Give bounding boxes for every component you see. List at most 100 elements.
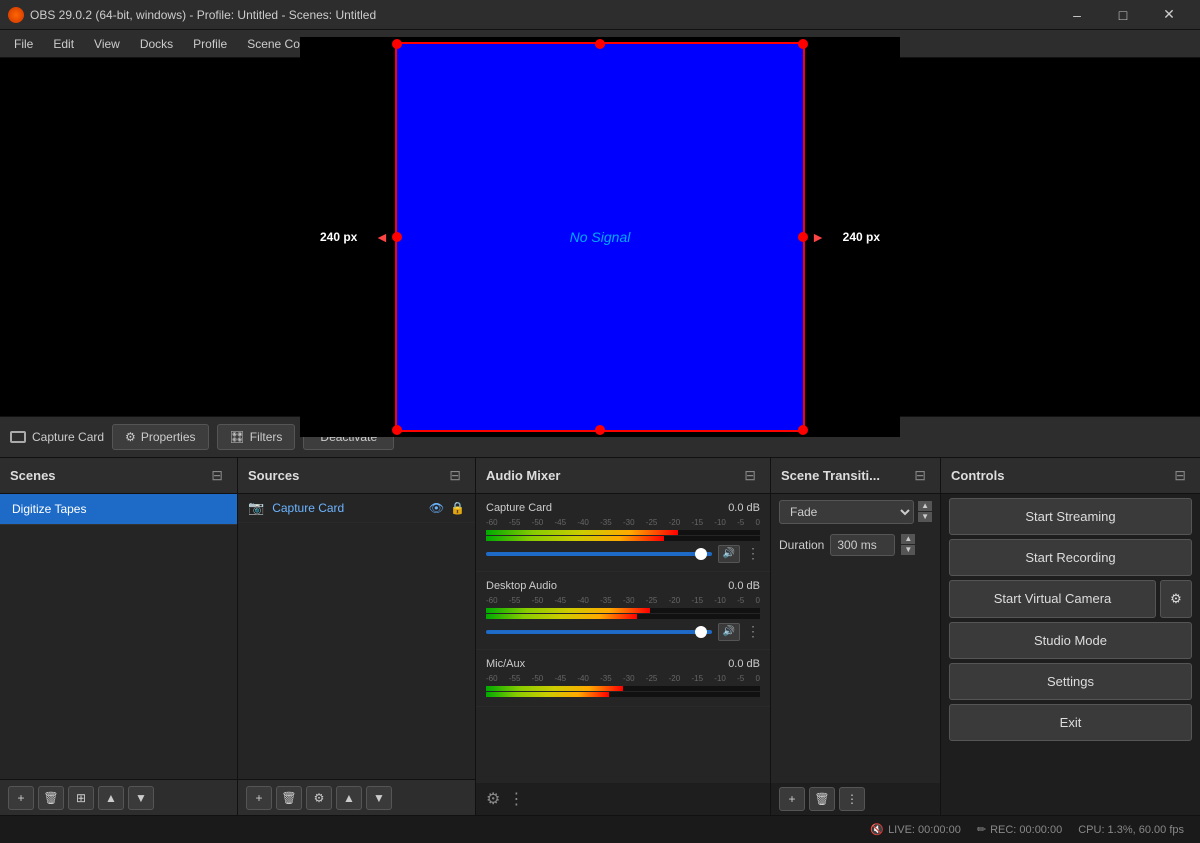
scenes-panel: Scenes ⊟ Digitize Tapes + 🗑 ⊞ ▲ ▼ [0,458,238,816]
duration-up-arrow[interactable]: ▲ [901,534,915,544]
menu-edit[interactable]: Edit [43,33,84,55]
titlebar-title: OBS 29.0.2 (64-bit, windows) - Profile: … [30,8,376,22]
source-lock-icon[interactable]: 🔒 [450,501,465,515]
start-virtual-camera-button[interactable]: Start Virtual Camera [949,580,1156,618]
desktop-meter-row-1 [486,608,760,613]
monitor-icon [10,431,26,443]
add-scene-button[interactable]: + [8,786,34,810]
start-streaming-button[interactable]: Start Streaming [949,498,1192,535]
transition-spin-arrows: ▲ ▼ [918,501,932,522]
bottom-panel: Scenes ⊟ Digitize Tapes + 🗑 ⊞ ▲ ▼ Source… [0,458,1200,816]
filters-button[interactable]: 🎛 Filters [217,424,296,450]
start-recording-button[interactable]: Start Recording [949,539,1192,576]
desktop-mute-button[interactable]: 🔊 [718,623,740,641]
mute-button[interactable]: 🔊 [718,545,740,563]
audio-channel-header-desktop: Desktop Audio 0.0 dB [486,580,760,592]
cpu-status: CPU: 1.3%, 60.00 fps [1078,824,1184,836]
rec-timer: REC: 00:00:00 [990,824,1062,836]
desktop-audio-more-button[interactable]: ⋮ [746,623,760,640]
duration-down-arrow[interactable]: ▼ [901,545,915,555]
studio-mode-button[interactable]: Studio Mode [949,622,1192,659]
audio-channel-capture-card: Capture Card 0.0 dB -60-55-50-45-40-35-3… [476,494,770,572]
transitions-footer: + 🗑 ⋮ [771,783,940,815]
preview-area: No Signal 240 px 240 px ◄ ► [0,58,1200,416]
desktop-audio-name: Desktop Audio [486,580,557,592]
sources-maximize-button[interactable]: ⊟ [445,465,465,486]
margin-left-label: 240 px [320,230,357,244]
scenes-maximize-button[interactable]: ⊟ [207,465,227,486]
controls-panel-header: Controls ⊟ [941,458,1200,494]
properties-button[interactable]: ⚙ Properties [112,424,208,450]
live-timer: LIVE: 00:00:00 [888,824,961,836]
current-source-label: Capture Card [10,430,104,444]
menu-profile[interactable]: Profile [183,33,237,55]
duration-spin-arrows: ▲ ▼ [901,534,915,555]
transition-up-arrow[interactable]: ▲ [918,501,932,511]
audio-settings-button[interactable]: ⚙ [486,789,500,809]
no-signal-label: No Signal [570,229,631,245]
audio-header-left: Audio Mixer [486,468,560,483]
preview-source: No Signal [395,42,805,432]
scene-name: Digitize Tapes [12,502,86,516]
titlebar-left: OBS 29.0.2 (64-bit, windows) - Profile: … [8,7,376,23]
properties-label: Properties [141,430,196,444]
transition-down-arrow[interactable]: ▼ [918,512,932,522]
audio-channel-header-mic: Mic/Aux 0.0 dB [486,658,760,670]
desktop-meter-row-2 [486,614,760,619]
desktop-audio-db: 0.0 dB [728,580,760,592]
controls-maximize-button[interactable]: ⊟ [1170,465,1190,486]
audio-channel-desktop: Desktop Audio 0.0 dB -60-55-50-45-40-35-… [476,572,770,650]
menu-view[interactable]: View [84,33,130,55]
desktop-volume-knob[interactable] [695,626,707,638]
duration-input[interactable] [830,534,895,556]
source-item-icons: 👁 🔒 [429,501,465,515]
volume-knob[interactable] [695,548,707,560]
transition-type-select[interactable]: Fade [779,500,914,524]
menu-docks[interactable]: Docks [130,33,183,55]
source-up-button[interactable]: ▲ [336,786,362,810]
audio-maximize-button[interactable]: ⊟ [740,465,760,486]
desktop-volume-slider[interactable] [486,630,712,634]
source-down-button[interactable]: ▼ [366,786,392,810]
audio-mixer-panel: Audio Mixer ⊟ Capture Card 0.0 dB -60-55… [476,458,771,816]
scene-down-button[interactable]: ▼ [128,786,154,810]
remove-scene-button[interactable]: 🗑 [38,786,64,810]
audio-meter-scale: -60-55-50-45-40-35-30-25-20-15-10-50 [486,518,760,527]
source-type-icon: 📷 [248,500,264,516]
settings-button[interactable]: Settings [949,663,1192,700]
source-settings-button[interactable]: ⚙ [306,786,332,810]
audio-more-button[interactable]: ⋮ [746,545,760,562]
add-source-button[interactable]: + [246,786,272,810]
remove-source-button[interactable]: 🗑 [276,786,302,810]
source-name-label: Capture Card [32,430,104,444]
mic-meter-row-1 [486,686,760,691]
virtual-camera-settings-button[interactable]: ⚙ [1160,580,1192,618]
audio-more-footer-button[interactable]: ⋮ [508,789,524,809]
scenes-panel-footer: + 🗑 ⊞ ▲ ▼ [0,779,237,815]
sources-panel: Sources ⊟ 📷 Capture Card 👁 🔒 + 🗑 ⚙ ▲ ▼ [238,458,476,816]
audio-channel-header: Capture Card 0.0 dB [486,502,760,514]
minimize-button[interactable]: – [1054,0,1100,30]
scene-item[interactable]: Digitize Tapes [0,494,237,525]
add-transition-button[interactable]: + [779,787,805,811]
audio-panel-footer: ⚙ ⋮ [476,783,770,815]
source-name: Capture Card [272,501,344,515]
transition-more-button[interactable]: ⋮ [839,787,865,811]
close-button[interactable]: ✕ [1146,0,1192,30]
maximize-button[interactable]: □ [1100,0,1146,30]
right-arrow-icon: ► [811,229,825,245]
live-status: 🔇 LIVE: 00:00:00 [870,823,960,836]
source-item[interactable]: 📷 Capture Card 👁 🔒 [238,494,475,523]
transitions-panel-header: Scene Transiti... ⊟ [771,458,940,494]
scenes-panel-header: Scenes ⊟ [0,458,237,494]
remove-transition-button[interactable]: 🗑 [809,787,835,811]
audio-panel-title: Audio Mixer [486,468,560,483]
transitions-maximize-button[interactable]: ⊟ [910,465,930,486]
gear-icon: ⚙ [125,430,136,444]
filter-scenes-button[interactable]: ⊞ [68,786,94,810]
menu-file[interactable]: File [4,33,43,55]
scene-up-button[interactable]: ▲ [98,786,124,810]
source-visible-icon[interactable]: 👁 [429,501,444,515]
volume-slider[interactable] [486,552,712,556]
exit-button[interactable]: Exit [949,704,1192,741]
